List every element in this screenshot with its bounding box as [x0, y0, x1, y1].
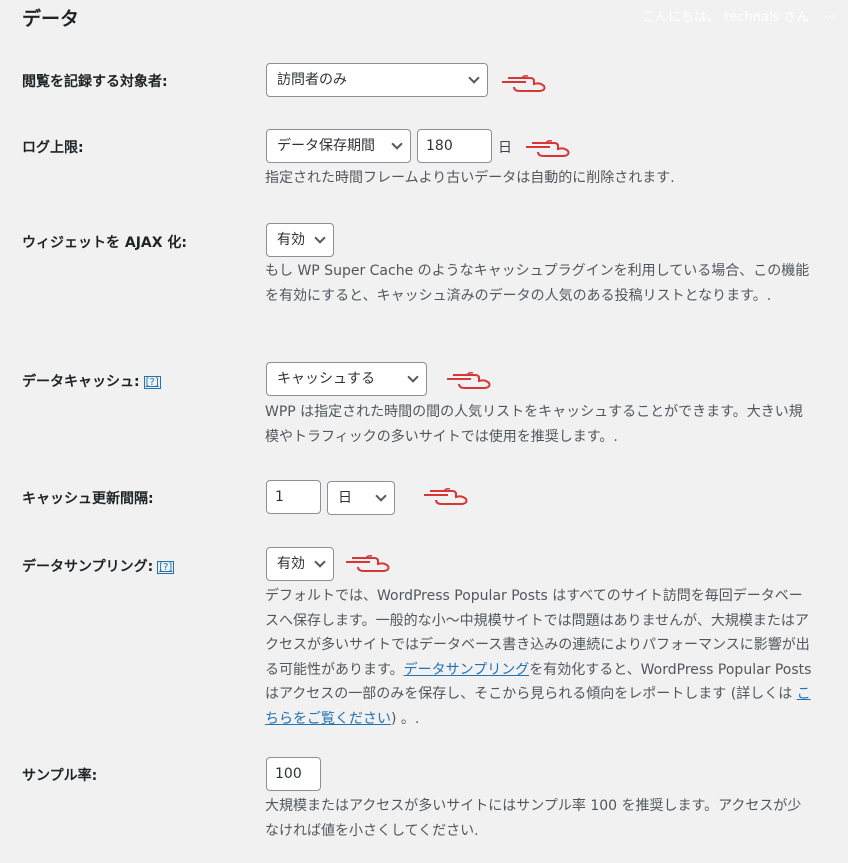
sample-rate-input[interactable]: 100 — [266, 757, 321, 791]
data-cache-description: WPP は指定された時間の間の人気リストをキャッシュすることができます。大きい規… — [265, 404, 803, 445]
data-cache-value: キャッシュする — [277, 371, 375, 387]
cache-interval-select-value: 日 — [338, 490, 352, 506]
pointing-hand-icon — [346, 555, 390, 572]
data-cache-help-link[interactable]: [?] — [143, 376, 161, 389]
log-limit-label: ログ上限: — [22, 140, 84, 156]
ajax-widget-label: ウィジェットを AJAX 化: — [22, 235, 188, 251]
cache-interval-label: キャッシュ更新間隔: — [22, 491, 154, 507]
log-limit-select-value: データ保存期間 — [277, 138, 375, 154]
log-target-label: 閲覧を記録する対象者: — [22, 74, 168, 90]
chevron-down-icon — [468, 72, 480, 84]
ajax-widget-select[interactable]: 有効 — [266, 223, 334, 257]
data-sampling-label-text: データサンプリング: — [22, 559, 154, 575]
log-target-value: 訪問者のみ — [277, 72, 347, 88]
sample-rate-label: サンプル率: — [22, 768, 98, 784]
section-title: データ — [22, 8, 80, 30]
log-limit-unit: 日 — [498, 140, 512, 156]
chevron-down-icon — [375, 490, 387, 502]
pointing-hand-icon — [447, 372, 491, 389]
data-sampling-value: 有効 — [277, 556, 305, 572]
more-icon[interactable]: ... — [824, 6, 836, 21]
data-cache-select[interactable]: キャッシュする — [266, 362, 427, 396]
log-limit-input[interactable]: 180 — [417, 129, 492, 163]
pointing-hand-icon — [424, 488, 468, 505]
data-sampling-link[interactable]: データサンプリング — [404, 662, 530, 678]
pointing-hand-icon — [526, 140, 570, 157]
data-sampling-text-3: ) 。. — [391, 710, 420, 727]
chevron-down-icon — [314, 232, 326, 244]
log-limit-description: 指定された時間フレームより古いデータは自動的に削除されます. — [265, 170, 675, 186]
data-sampling-label: データサンプリング: [?] — [22, 556, 175, 576]
data-cache-label-text: データキャッシュ: — [22, 374, 140, 390]
ajax-widget-description: もし WP Super Cache のようなキャッシュプラグインを利用している場… — [265, 263, 810, 304]
log-target-select[interactable]: 訪問者のみ — [266, 63, 488, 97]
chevron-down-icon — [391, 138, 403, 150]
chevron-down-icon — [314, 556, 326, 568]
data-sampling-select[interactable]: 有効 — [266, 547, 334, 581]
data-cache-label: データキャッシュ: [?] — [22, 371, 161, 391]
pointing-hand-icon — [502, 75, 546, 92]
data-sampling-description: デフォルトでは、WordPress Popular Posts はすべてのサイト… — [265, 584, 815, 731]
sample-rate-description: 大規模またはアクセスが多いサイトにはサンプル率 100 を推奨します。アクセスが… — [265, 798, 802, 839]
ajax-widget-value: 有効 — [277, 232, 305, 248]
cache-interval-input[interactable]: 1 — [266, 480, 321, 514]
greeting-text[interactable]: こんにちは、 technals さん — [642, 6, 809, 25]
data-sampling-help-link[interactable]: [?] — [157, 561, 175, 574]
log-limit-select[interactable]: データ保存期間 — [266, 129, 411, 163]
cache-interval-select[interactable]: 日 — [327, 481, 395, 515]
chevron-down-icon — [407, 371, 419, 383]
